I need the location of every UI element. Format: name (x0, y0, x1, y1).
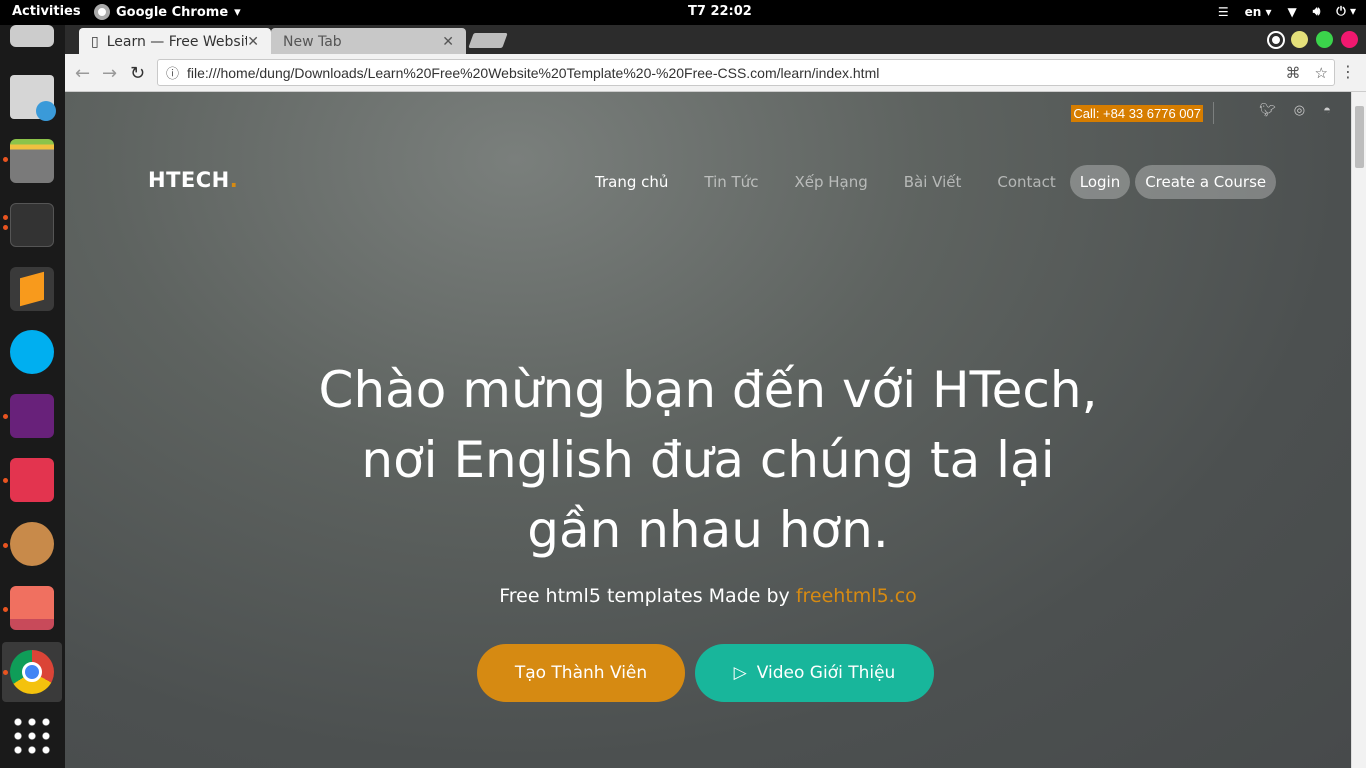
language-indicator[interactable]: en ▾ (1245, 5, 1272, 19)
freehtml5-link[interactable]: freehtml5.co (796, 585, 917, 607)
toolbar: ← → ↻ ⓘ file:///home/dung/Downloads/Lear… (65, 54, 1366, 92)
reload-button[interactable]: ↻ (130, 63, 145, 84)
main-nav: Trang chủ Tin Tức Xếp Hạng Bài Viết Cont… (595, 165, 1281, 199)
back-button[interactable]: ← (75, 63, 90, 84)
language-label: en (1244, 4, 1262, 19)
close-icon[interactable]: ✕ (247, 34, 259, 50)
nav-item-articles[interactable]: Bài Viết (904, 173, 962, 191)
chrome-dock-icon[interactable] (10, 650, 54, 694)
sublime-logo-icon (20, 271, 44, 307)
dribbble-icon[interactable]: ◎ (1294, 102, 1305, 118)
contact-bar: Call: +84 33 6776 007 (1071, 102, 1228, 124)
bookmark-star-icon[interactable]: ☆ (1315, 64, 1328, 82)
chevron-down-icon: ▾ (234, 4, 241, 20)
nav-item-news[interactable]: Tin Tức (704, 173, 758, 191)
intro-video-label: Video Giới Thiệu (756, 663, 896, 683)
chrome-window: ▯ Learn — Free Website ✕ New Tab ✕ ← → ↻… (65, 25, 1366, 768)
page-icon: ▯ (91, 33, 99, 50)
download-arrow-icon (36, 101, 56, 121)
nav-item-home[interactable]: Trang chủ (595, 173, 668, 191)
logo-dot: . (229, 168, 239, 192)
create-member-button[interactable]: Tạo Thành Viên (477, 644, 685, 702)
dock-running-dot (3, 157, 8, 162)
scrollbar-thumb[interactable] (1355, 106, 1364, 168)
forward-button[interactable]: → (102, 63, 117, 84)
mixer-icon[interactable] (10, 458, 54, 502)
menu-icon[interactable]: ⋮ (1340, 62, 1356, 81)
window-controls (1269, 31, 1358, 48)
nav-item-ranking[interactable]: Xếp Hạng (794, 173, 867, 191)
create-course-button[interactable]: Create a Course (1135, 165, 1277, 199)
skype-icon[interactable] (10, 330, 54, 374)
minimize-button[interactable] (1291, 31, 1308, 48)
info-icon[interactable]: ⓘ (166, 63, 179, 82)
visual-studio-code-icon[interactable] (10, 394, 54, 438)
address-bar[interactable]: ⓘ file:///home/dung/Downloads/Learn%20Fr… (157, 59, 1335, 86)
tab-new-tab[interactable]: New Tab ✕ (271, 28, 466, 55)
call-number[interactable]: Call: +84 33 6776 007 (1071, 104, 1203, 122)
clementine-icon[interactable] (10, 522, 54, 566)
notes-icon[interactable] (10, 25, 54, 47)
page-content: Call: +84 33 6776 007 🐦︎ ◎ ◓ HTECH. Tran… (65, 92, 1351, 768)
hero-title: Chào mừng bạn đến với HTech, nơi English… (318, 361, 1098, 559)
dock-running-dot (3, 215, 8, 220)
play-icon: ▷ (733, 663, 747, 683)
tab-learn[interactable]: ▯ Learn — Free Website ✕ (79, 28, 271, 55)
dock-running-dot (3, 478, 8, 483)
chrome-icon (94, 4, 110, 20)
app-menu[interactable]: Google Chrome ▾ (94, 4, 241, 20)
translate-icon[interactable]: ⌘ (1286, 64, 1301, 82)
dock-running-dot (3, 543, 8, 548)
social-links: 🐦︎ ◎ ◓ (1259, 102, 1331, 118)
new-tab-button[interactable] (468, 33, 508, 48)
url-text: file:///home/dung/Downloads/Learn%20Free… (187, 64, 880, 81)
page-scrollbar[interactable] (1351, 92, 1366, 768)
hero-subtitle: Free html5 templates Made by freehtml5.c… (65, 585, 1351, 607)
hero-subtitle-text: Free html5 templates Made by (499, 585, 796, 607)
dock-running-dot (3, 414, 8, 419)
terminal-icon[interactable] (10, 203, 54, 247)
tab-title: New Tab (283, 33, 342, 50)
twitter-icon[interactable]: 🐦︎ (1259, 102, 1276, 118)
sublime-text-icon[interactable] (10, 267, 54, 311)
system-top-bar: Activities Google Chrome ▾ T7 22:02 ☰ en… (0, 0, 1366, 25)
close-icon[interactable]: ✕ (442, 34, 454, 50)
files-icon[interactable] (10, 139, 54, 183)
app-name: Google Chrome (116, 4, 229, 20)
github-icon[interactable]: ◓ (1323, 102, 1331, 118)
wifi-icon[interactable]: ▼ (1288, 5, 1297, 19)
maximize-button[interactable] (1316, 31, 1333, 48)
nav-item-contact[interactable]: Contact (997, 173, 1055, 191)
downloads-icon[interactable] (10, 75, 56, 121)
dock-running-dot (3, 607, 8, 612)
clock[interactable]: T7 22:02 (688, 4, 752, 19)
show-apps-grid-icon[interactable] (11, 715, 53, 757)
dock-running-dot (3, 225, 8, 230)
site-logo[interactable]: HTECH. (148, 168, 238, 192)
tab-title: Learn — Free Website (106, 33, 248, 50)
keyboard-icon[interactable]: ☰ (1218, 5, 1229, 19)
hero: Chào mừng bạn đến với HTech, nơi English… (65, 355, 1351, 607)
image-viewer-icon[interactable] (10, 586, 54, 630)
chrome-center-icon (22, 662, 42, 682)
close-window-button[interactable] (1341, 31, 1358, 48)
tab-strip: ▯ Learn — Free Website ✕ New Tab ✕ (65, 25, 1366, 55)
volume-icon[interactable]: 🔊︎ (1313, 4, 1321, 19)
divider (1213, 102, 1214, 124)
login-button[interactable]: Login (1069, 165, 1131, 199)
logo-text: HTECH (148, 168, 230, 192)
intro-video-button[interactable]: ▷ Video Giới Thiệu (695, 644, 934, 702)
dock-running-dot (3, 670, 8, 675)
system-tray[interactable]: ☰ en ▾ ▼ 🔊︎ ⏻ ▾ (1218, 4, 1356, 19)
activities-button[interactable]: Activities (12, 4, 81, 19)
dock (0, 25, 65, 768)
power-icon[interactable]: ⏻ ▾ (1336, 4, 1356, 19)
address-bar-actions: ⌘ ☆ (1286, 64, 1328, 82)
profile-icon[interactable] (1269, 32, 1283, 47)
